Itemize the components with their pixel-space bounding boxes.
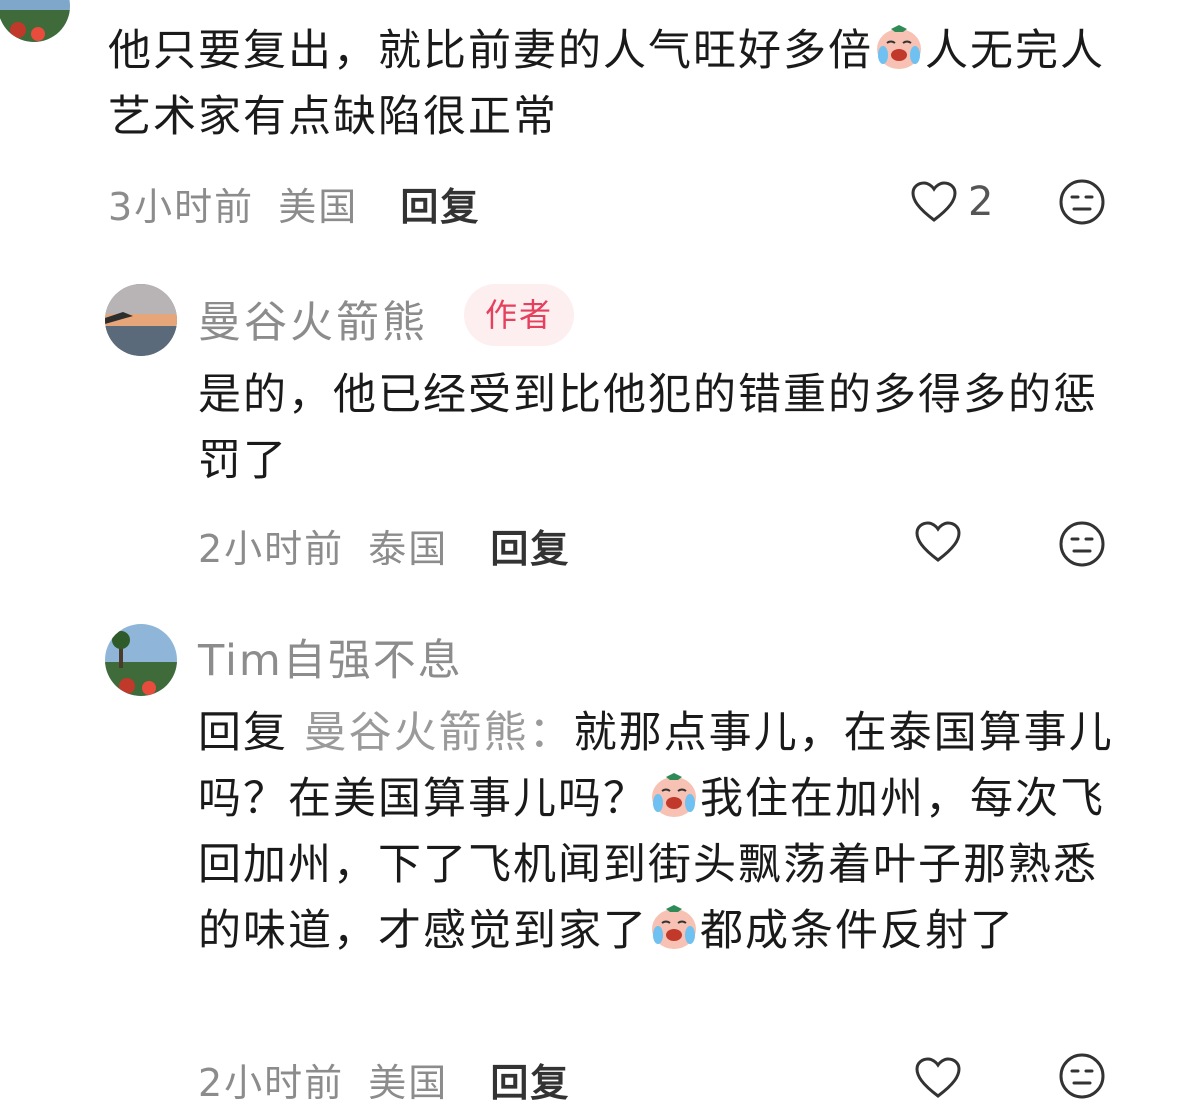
reply-button[interactable]: 回复 bbox=[490, 1061, 570, 1105]
reply-to-username[interactable]: 曼谷火箭熊： bbox=[304, 708, 574, 758]
comment-meta: 2小时前 泰国 回复 bbox=[198, 518, 570, 573]
crying-laughing-emoji bbox=[648, 771, 700, 819]
crying-laughing-emoji bbox=[873, 23, 925, 71]
emoji-react-button[interactable] bbox=[1058, 1052, 1106, 1104]
avatar[interactable] bbox=[0, 0, 70, 42]
like-button[interactable] bbox=[914, 520, 962, 568]
comment-text: 回复 曼谷火箭熊：就那点事儿，在泰国算事儿吗？在美国算事儿吗？ 我住在加州，每次飞… bbox=[198, 700, 1128, 964]
avatar[interactable] bbox=[105, 624, 177, 696]
heart-outline-icon bbox=[915, 521, 961, 562]
comment-text-part: 都成条件反射了 bbox=[700, 906, 1015, 956]
comment-username[interactable]: 曼谷火箭熊 bbox=[198, 288, 428, 350]
comment-text: 是的，他已经受到比他犯的错重的多得多的惩罚了 bbox=[198, 370, 1098, 486]
comment-time: 3小时前 bbox=[108, 185, 255, 229]
comment-location: 美国 bbox=[278, 185, 359, 229]
heart-outline-icon bbox=[915, 1057, 961, 1098]
author-badge: 作者 bbox=[464, 284, 574, 346]
comment-location: 美国 bbox=[368, 1061, 449, 1105]
comment-text-part: 他只要复出，就比前妻的人气旺好多倍 bbox=[108, 26, 873, 76]
neutral-face-icon bbox=[1059, 179, 1105, 225]
heart-outline-icon bbox=[911, 181, 957, 222]
like-button[interactable] bbox=[914, 1056, 962, 1104]
comment-location: 泰国 bbox=[368, 527, 449, 571]
comment-meta: 2小时前 美国 回复 bbox=[198, 1052, 570, 1107]
neutral-face-icon bbox=[1059, 521, 1105, 567]
comment-username[interactable]: Tim自强不息 bbox=[198, 626, 463, 688]
comment-time: 2小时前 bbox=[198, 1061, 345, 1105]
comment-time: 2小时前 bbox=[198, 527, 345, 571]
reply-button[interactable]: 回复 bbox=[490, 527, 570, 571]
like-count: 2 bbox=[968, 179, 994, 225]
neutral-face-icon bbox=[1059, 1053, 1105, 1099]
like-button[interactable]: 2 bbox=[910, 178, 993, 226]
comment-text: 他只要复出，就比前妻的人气旺好多倍 人无完人 艺术家有点缺陷很正常 bbox=[108, 18, 1128, 150]
comment-meta: 3小时前 美国 回复 bbox=[108, 176, 480, 231]
crying-laughing-emoji bbox=[648, 903, 700, 951]
emoji-react-button[interactable] bbox=[1058, 520, 1106, 572]
reply-prefix: 回复 bbox=[198, 708, 288, 758]
avatar[interactable] bbox=[105, 284, 177, 356]
reply-button[interactable]: 回复 bbox=[400, 185, 480, 229]
emoji-react-button[interactable] bbox=[1058, 178, 1106, 230]
